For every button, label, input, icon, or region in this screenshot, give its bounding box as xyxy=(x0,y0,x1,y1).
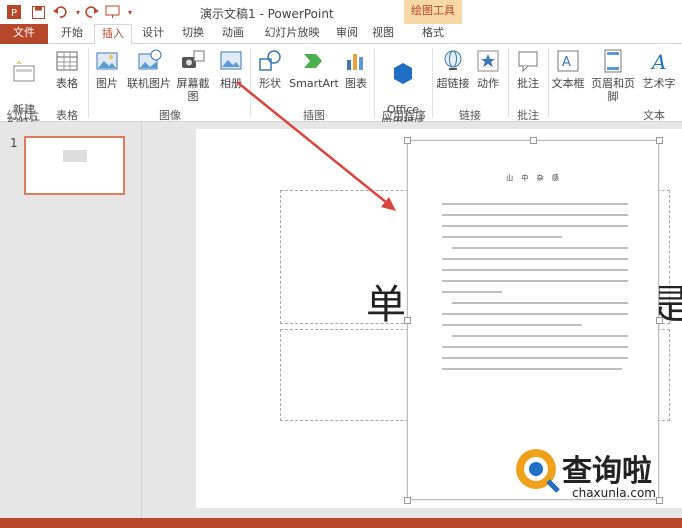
watermark-url: chaxunla.com xyxy=(572,486,656,500)
magnifier-logo-icon xyxy=(516,449,560,493)
status-bar xyxy=(0,518,682,528)
watermark-text: 查询啦 xyxy=(562,454,652,489)
